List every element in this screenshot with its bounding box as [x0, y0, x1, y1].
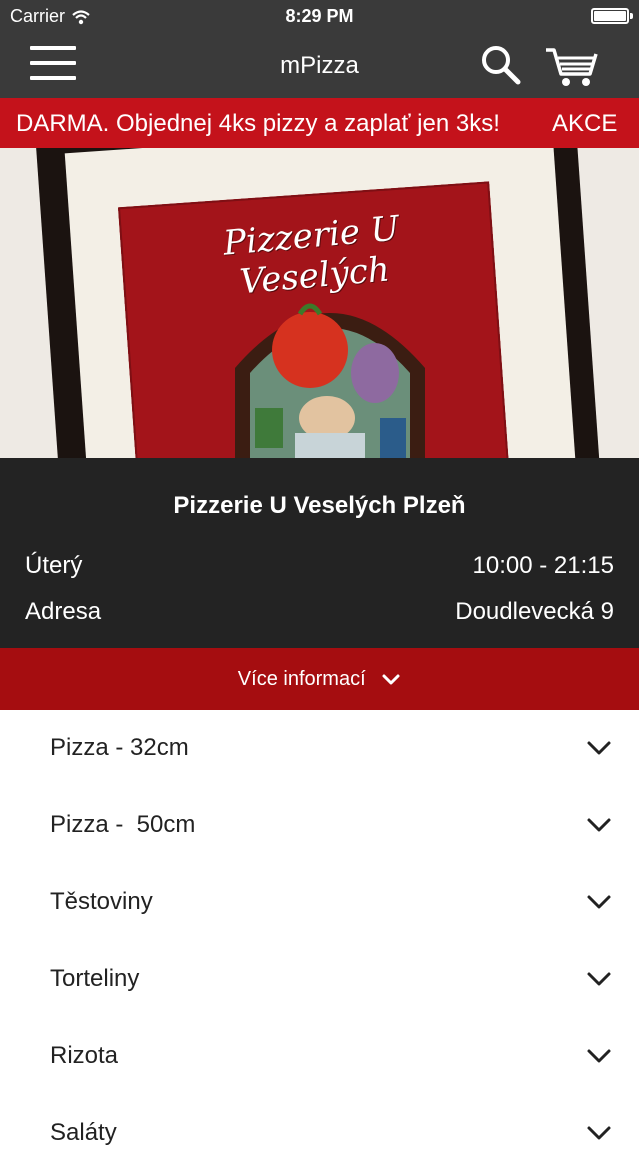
status-bar: Carrier 8:29 PM [0, 0, 639, 34]
category-label: Pizza - 50cm [50, 811, 196, 838]
category-item-pizza-32[interactable]: Pizza - 32cm [0, 710, 639, 787]
category-label: Těstoviny [50, 888, 153, 915]
nav-bar: mPizza [0, 34, 639, 98]
category-label: Torteliny [50, 965, 140, 992]
chevron-down-icon [587, 972, 611, 986]
restaurant-info-panel: Pizzerie U Veselých Plzeň Úterý 10:00 - … [0, 458, 639, 648]
chevron-down-icon [587, 741, 611, 755]
menu-category-list: Pizza - 32cm Pizza - 50cm Těstoviny Tort… [0, 710, 639, 1172]
restaurant-hero-image: Pizzerie U Veselých [0, 148, 639, 458]
opening-hours-value: 10:00 - 21:15 [472, 552, 614, 579]
chevron-down-icon [587, 1126, 611, 1140]
category-item-rizota[interactable]: Rizota [0, 1018, 639, 1095]
category-item-testoviny[interactable]: Těstoviny [0, 864, 639, 941]
category-item-pizza-50[interactable]: Pizza - 50cm [0, 787, 639, 864]
chevron-down-icon [587, 1049, 611, 1063]
pizzeria-illustration [235, 303, 425, 458]
category-item-torteliny[interactable]: Torteliny [0, 941, 639, 1018]
cart-icon[interactable] [544, 44, 598, 88]
address-label: Adresa [25, 598, 102, 625]
opening-day-label: Úterý [25, 552, 83, 579]
category-label: Saláty [50, 1119, 117, 1146]
address-row: Adresa Doudlevecká 9 [25, 598, 614, 628]
chevron-down-icon [382, 674, 400, 685]
status-time: 8:29 PM [285, 6, 354, 26]
chevron-down-icon [587, 818, 611, 832]
search-icon[interactable] [478, 43, 522, 87]
more-info-button[interactable]: Více informací [0, 648, 639, 710]
promo-text: DARMA. Objednej 4ks pizzy a zaplať jen 3… [16, 110, 500, 137]
category-label: Pizza - 32cm [50, 734, 189, 761]
promo-banner[interactable]: DARMA. Objednej 4ks pizzy a zaplať jen 3… [0, 98, 639, 148]
restaurant-name: Pizzerie U Veselých Plzeň [173, 492, 466, 519]
chevron-down-icon [587, 895, 611, 909]
address-value: Doudlevecká 9 [455, 598, 614, 625]
more-info-label: Více informací [237, 668, 366, 690]
opening-hours-row: Úterý 10:00 - 21:15 [25, 552, 614, 582]
promo-text-next: AKCE [552, 110, 618, 137]
battery-icon [591, 8, 633, 24]
category-item-salaty[interactable]: Saláty [0, 1095, 639, 1172]
category-label: Rizota [50, 1042, 119, 1069]
